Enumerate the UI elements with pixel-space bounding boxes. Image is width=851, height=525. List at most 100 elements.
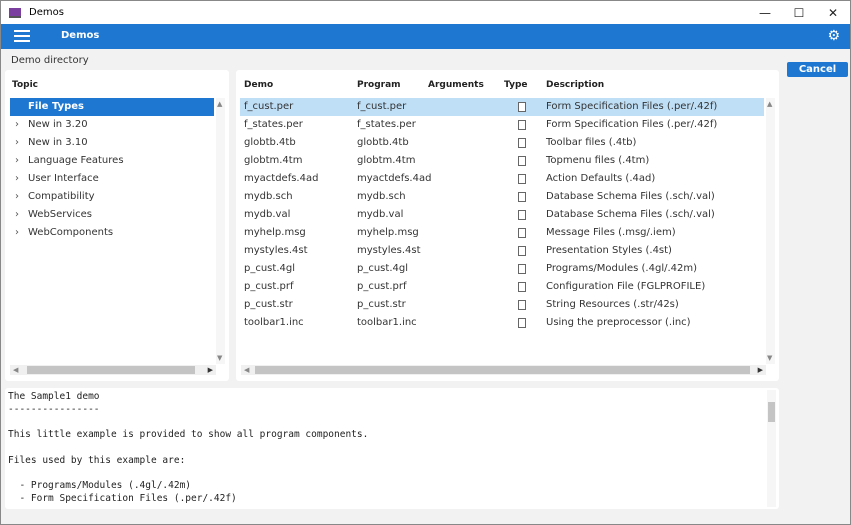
header-title: Demos: [61, 30, 100, 41]
col-type[interactable]: Type: [504, 80, 527, 90]
cell-demo: mydb.sch: [244, 191, 293, 202]
chevron-right-icon[interactable]: ›: [15, 188, 19, 206]
cell-description: Toolbar files (.4tb): [546, 137, 637, 148]
topic-vscrollbar[interactable]: ▲ ▼: [216, 98, 225, 364]
cell-demo: f_cust.per: [244, 101, 294, 112]
app-icon: [9, 7, 21, 18]
topic-item[interactable]: › New in 3.20: [10, 116, 214, 134]
topic-header: Topic: [12, 80, 38, 90]
cancel-button[interactable]: Cancel: [787, 62, 848, 77]
topic-item[interactable]: › Language Features: [10, 152, 214, 170]
topic-item[interactable]: File Types: [10, 98, 214, 116]
table-row[interactable]: p_cust.4gl p_cust.4gl Programs/Modules (…: [240, 260, 764, 278]
demo-vscrollbar[interactable]: ▲ ▼: [766, 98, 775, 364]
topic-item[interactable]: › WebComponents: [10, 224, 214, 242]
table-row[interactable]: myactdefs.4ad myactdefs.4ad Action Defau…: [240, 170, 764, 188]
topic-label: User Interface: [28, 173, 99, 184]
topic-item[interactable]: › WebServices: [10, 206, 214, 224]
col-program[interactable]: Program: [357, 80, 401, 90]
table-row[interactable]: p_cust.prf p_cust.prf Configuration File…: [240, 278, 764, 296]
table-row[interactable]: myhelp.msg myhelp.msg Message Files (.ms…: [240, 224, 764, 242]
cell-program: p_cust.prf: [357, 281, 407, 292]
demo-table: Demo Program Arguments Type Description …: [236, 70, 779, 381]
topic-label: File Types: [28, 101, 84, 112]
cell-program: globtm.4tm: [357, 155, 416, 166]
app-header: Demos ⚙: [1, 24, 850, 49]
cell-demo: globtb.4tb: [244, 137, 296, 148]
cell-program: mydb.sch: [357, 191, 406, 202]
cell-demo: f_states.per: [244, 119, 303, 130]
cell-description: Message Files (.msg/.iem): [546, 227, 676, 238]
cell-program: mydb.val: [357, 209, 404, 220]
file-icon: [518, 314, 526, 335]
cell-description: Using the preprocessor (.inc): [546, 317, 691, 328]
hamburger-icon[interactable]: [14, 30, 30, 42]
cell-demo: globtm.4tm: [244, 155, 303, 166]
table-row[interactable]: p_cust.str p_cust.str String Resources (…: [240, 296, 764, 314]
topic-hscrollbar[interactable]: ◀ ▶: [10, 365, 216, 375]
cell-program: f_states.per: [357, 119, 416, 130]
topic-label: Language Features: [28, 155, 124, 166]
cell-description: Configuration File (FGLPROFILE): [546, 281, 706, 292]
cell-demo: mydb.val: [244, 209, 291, 220]
topic-item[interactable]: › New in 3.10: [10, 134, 214, 152]
cell-demo: p_cust.4gl: [244, 263, 295, 274]
table-row[interactable]: f_cust.per f_cust.per Form Specification…: [240, 98, 764, 116]
cell-demo: mystyles.4st: [244, 245, 308, 256]
cell-demo: toolbar1.inc: [244, 317, 304, 328]
maximize-button[interactable]: ☐: [782, 1, 816, 24]
cell-description: Topmenu files (.4tm): [546, 155, 650, 166]
topic-tree: Topic File Types › New in 3.20 › New in 3.10…: [5, 70, 229, 381]
cell-program: p_cust.str: [357, 299, 406, 310]
cell-program: myactdefs.4ad: [357, 173, 432, 184]
chevron-right-icon[interactable]: ›: [15, 224, 19, 242]
table-row[interactable]: globtb.4tb globtb.4tb Toolbar files (.4t…: [240, 134, 764, 152]
title-bar: Demos — ☐ ✕: [1, 1, 850, 24]
cell-description: Form Specification Files (.per/.42f): [546, 101, 718, 112]
cell-demo: p_cust.prf: [244, 281, 294, 292]
cell-description: Action Defaults (.4ad): [546, 173, 656, 184]
topic-label: WebComponents: [28, 227, 114, 238]
table-row[interactable]: globtm.4tm globtm.4tm Topmenu files (.4t…: [240, 152, 764, 170]
cell-description: Programs/Modules (.4gl/.42m): [546, 263, 698, 274]
chevron-right-icon[interactable]: ›: [15, 134, 19, 152]
topic-label: New in 3.10: [28, 137, 88, 148]
col-arguments[interactable]: Arguments: [428, 80, 484, 90]
col-description[interactable]: Description: [546, 80, 604, 90]
chevron-right-icon[interactable]: ›: [15, 152, 19, 170]
chevron-right-icon[interactable]: ›: [15, 206, 19, 224]
table-row[interactable]: mystyles.4st mystyles.4st Presentation S…: [240, 242, 764, 260]
chevron-right-icon[interactable]: ›: [15, 170, 19, 188]
cell-program: toolbar1.inc: [357, 317, 417, 328]
chevron-right-icon[interactable]: ›: [15, 116, 19, 134]
gear-icon[interactable]: ⚙: [827, 28, 840, 44]
cell-program: p_cust.4gl: [357, 263, 408, 274]
cell-description: Form Specification Files (.per/.42f): [546, 119, 718, 130]
table-row[interactable]: toolbar1.inc toolbar1.inc Using the prep…: [240, 314, 764, 332]
cell-description: String Resources (.str/42s): [546, 299, 679, 310]
col-demo[interactable]: Demo: [244, 80, 273, 90]
topic-label: WebServices: [28, 209, 92, 220]
demo-description-text[interactable]: The Sample1 demo ---------------- This l…: [5, 388, 779, 509]
table-row[interactable]: f_states.per f_states.per Form Specifica…: [240, 116, 764, 134]
cell-program: globtb.4tb: [357, 137, 409, 148]
cell-description: Database Schema Files (.sch/.val): [546, 191, 715, 202]
cell-program: f_cust.per: [357, 101, 407, 112]
topic-item[interactable]: › User Interface: [10, 170, 214, 188]
cell-demo: myhelp.msg: [244, 227, 306, 238]
cell-demo: myactdefs.4ad: [244, 173, 319, 184]
demo-hscrollbar[interactable]: ◀ ▶: [241, 365, 766, 375]
cell-description: Presentation Styles (.4st): [546, 245, 672, 256]
text-vscrollbar[interactable]: [767, 390, 776, 507]
table-row[interactable]: mydb.sch mydb.sch Database Schema Files …: [240, 188, 764, 206]
minimize-button[interactable]: —: [748, 1, 782, 24]
topic-label: Compatibility: [28, 191, 95, 202]
close-button[interactable]: ✕: [816, 1, 850, 24]
topic-item[interactable]: › Compatibility: [10, 188, 214, 206]
cell-program: myhelp.msg: [357, 227, 419, 238]
cell-description: Database Schema Files (.sch/.val): [546, 209, 715, 220]
cell-program: mystyles.4st: [357, 245, 421, 256]
table-row[interactable]: mydb.val mydb.val Database Schema Files …: [240, 206, 764, 224]
page-label: Demo directory: [11, 55, 89, 66]
window-title: Demos: [29, 7, 64, 18]
